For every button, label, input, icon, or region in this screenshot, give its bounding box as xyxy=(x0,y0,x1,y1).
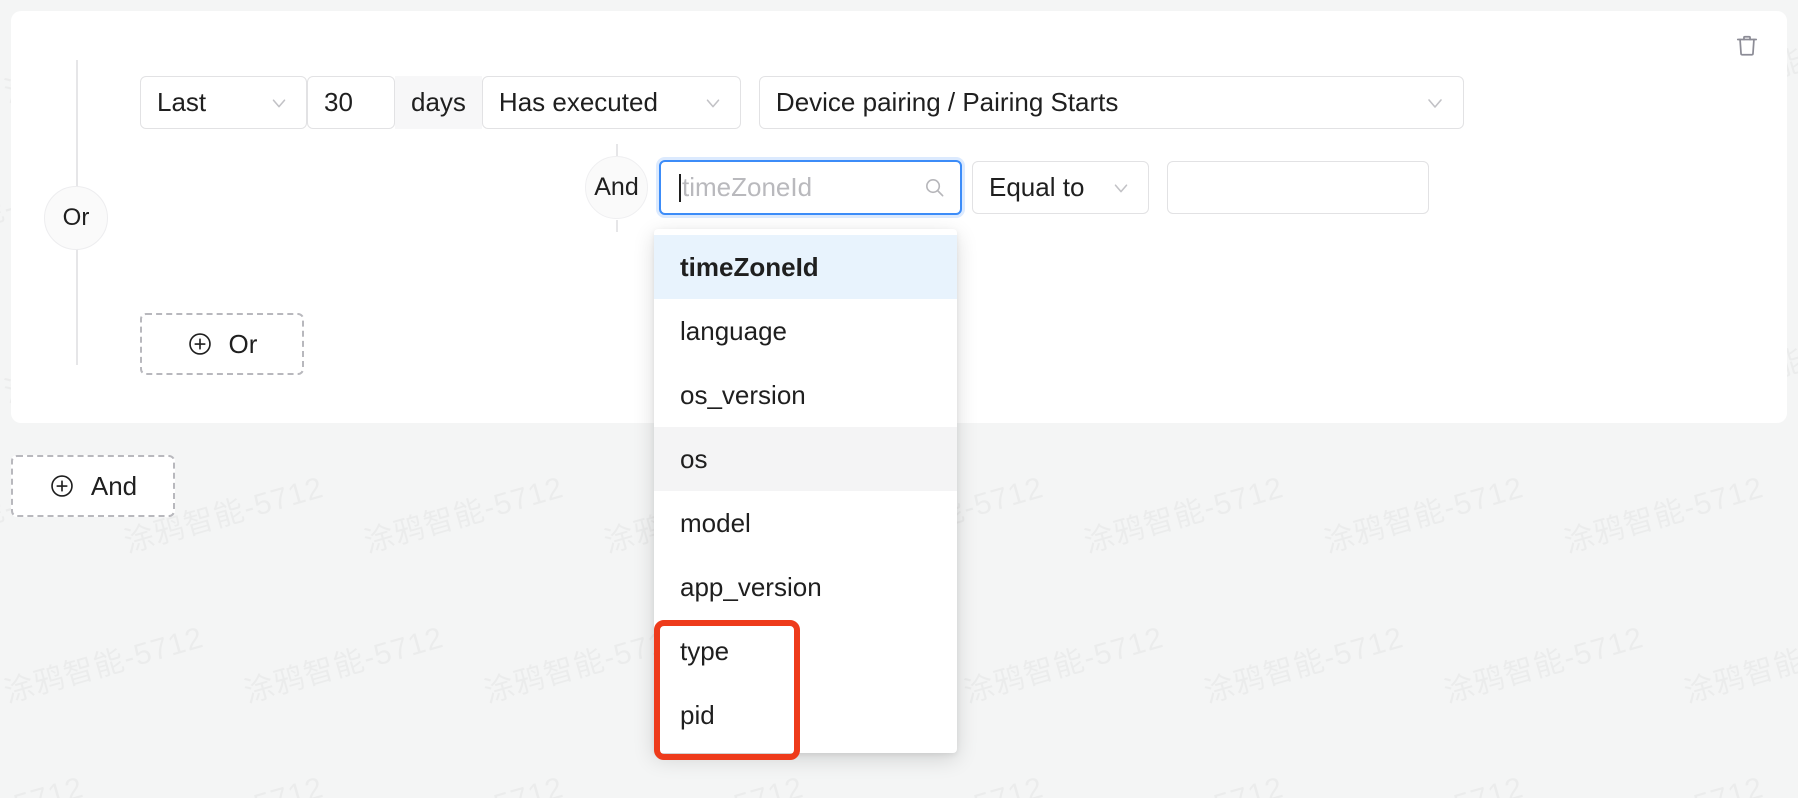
attribute-dropdown-menu[interactable]: timeZoneId language os_version os model app_v… xyxy=(654,229,957,753)
dropdown-item[interactable]: os_version xyxy=(654,363,957,427)
and-connector-stub-bottom xyxy=(616,220,618,232)
text-cursor xyxy=(679,173,681,202)
watermark-text: 涂鸦智能-5712 xyxy=(0,762,88,798)
attribute-operator-and-badge[interactable]: And xyxy=(585,156,648,219)
add-or-condition-button[interactable]: Or xyxy=(140,313,304,375)
attribute-search-placeholder: timeZoneId xyxy=(682,172,813,202)
watermark-text: 涂鸦智能-5712 xyxy=(598,762,808,798)
attribute-search-wrap: timeZoneId xyxy=(659,160,962,215)
watermark-text: 涂鸦智能-5712 xyxy=(1438,612,1648,711)
watermark-text: 涂鸦智能-5712 xyxy=(118,762,328,798)
watermark-text: 涂鸦智能-5712 xyxy=(358,462,568,561)
dropdown-item[interactable]: app_version xyxy=(654,555,957,619)
chevron-down-icon xyxy=(1110,177,1132,199)
watermark-text: 涂鸦智能-5712 xyxy=(958,612,1168,711)
time-range-select[interactable]: Last xyxy=(140,76,307,129)
dropdown-item[interactable]: model xyxy=(654,491,957,555)
operator-select[interactable]: Equal to xyxy=(972,161,1149,214)
plus-circle-icon xyxy=(187,331,213,357)
dropdown-item[interactable]: type xyxy=(654,619,957,683)
days-value: 30 xyxy=(324,87,353,117)
dropdown-item[interactable]: os xyxy=(654,427,957,491)
app-root: 涂鸦智能-5712 涂鸦智能-5712 涂鸦智能-5712 涂鸦智能-5712 涂鸦智能… xyxy=(0,0,1798,798)
watermark-text: 涂鸦智能-5712 xyxy=(1078,462,1288,561)
event-condition-label: Has executed xyxy=(498,87,658,117)
add-and-condition-button[interactable]: And xyxy=(11,455,175,517)
chevron-down-icon xyxy=(268,92,290,114)
attribute-filter-row: And timeZoneId Equal to xyxy=(585,156,1429,219)
time-range-label: Last xyxy=(157,87,207,117)
group-operator-or-badge[interactable]: Or xyxy=(44,186,108,250)
add-and-label: And xyxy=(90,470,138,501)
trash-icon[interactable] xyxy=(1733,31,1761,59)
watermark-text: 涂鸦智能-5712 xyxy=(358,762,568,798)
watermark-text: 涂鸦智能-5712 xyxy=(1198,612,1408,711)
days-input[interactable]: 30 xyxy=(307,76,395,129)
watermark-text: 涂鸦智能-5712 xyxy=(1558,462,1768,561)
watermark-text: 涂鸦智能-5712 xyxy=(1558,762,1768,798)
days-unit-label: days xyxy=(395,76,482,129)
watermark-text: 涂鸦智能-5712 xyxy=(0,612,208,711)
dropdown-item[interactable]: timeZoneId xyxy=(654,235,957,299)
watermark-text: 涂鸦智能-5712 xyxy=(1678,612,1798,711)
chevron-down-icon xyxy=(702,92,724,114)
attribute-value-input[interactable] xyxy=(1167,161,1429,214)
watermark-text: 涂鸦智能-5712 xyxy=(1318,462,1528,561)
event-condition-select[interactable]: Has executed xyxy=(481,76,741,129)
add-or-label: Or xyxy=(228,328,258,359)
condition-row-primary: Last 30 days Has executed Device pairing… xyxy=(140,76,1464,129)
event-label: Device pairing / Pairing Starts xyxy=(775,87,1119,117)
watermark-text: 涂鸦智能-5712 xyxy=(1318,762,1528,798)
chevron-down-icon xyxy=(1423,91,1447,115)
plus-circle-icon xyxy=(49,473,75,499)
operator-label: Equal to xyxy=(989,172,1085,202)
watermark-text: 涂鸦智能-5712 xyxy=(238,612,448,711)
watermark-text: 涂鸦智能-5712 xyxy=(838,762,1048,798)
and-connector-stub-top xyxy=(616,144,618,156)
event-select[interactable]: Device pairing / Pairing Starts xyxy=(758,76,1464,129)
attribute-search-input[interactable]: timeZoneId xyxy=(659,160,962,215)
search-icon xyxy=(923,176,946,199)
dropdown-item[interactable]: language xyxy=(654,299,957,363)
dropdown-item[interactable]: pid xyxy=(654,683,957,747)
watermark-text: 涂鸦智能-5712 xyxy=(1078,762,1288,798)
